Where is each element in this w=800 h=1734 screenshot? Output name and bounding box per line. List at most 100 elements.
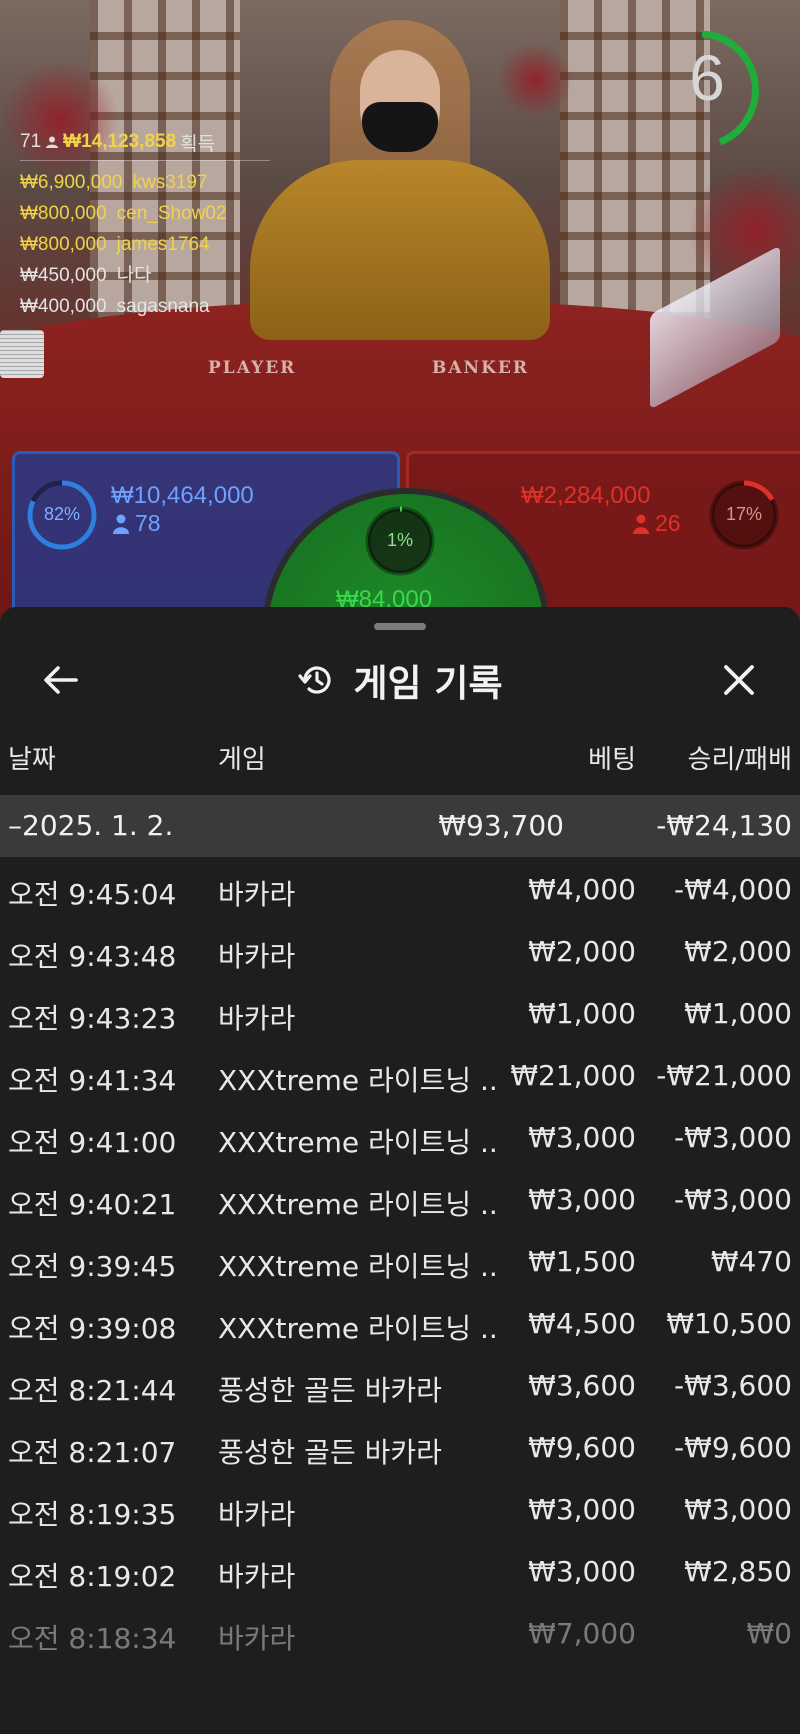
history-time: 오전 8:21:07 <box>8 1436 177 1469</box>
history-result: -₩21,000 <box>656 1059 792 1092</box>
player-pct: 82% <box>43 504 81 524</box>
history-bet: ₩4,500 <box>528 1307 636 1340</box>
history-bet: ₩21,000 <box>510 1059 636 1092</box>
close-icon <box>724 665 754 695</box>
winner-amount: ₩800,000 <box>20 203 107 224</box>
history-time: 오전 9:39:08 <box>8 1312 177 1345</box>
history-result: ₩2,850 <box>684 1555 792 1588</box>
day-bet: ₩93,700 <box>438 809 564 842</box>
history-result: ₩2,000 <box>684 935 792 968</box>
history-game: 바카라 <box>218 940 296 973</box>
history-bet: ₩3,000 <box>528 1555 636 1588</box>
winners-total: ₩14,123,858 <box>63 131 177 152</box>
card-stack <box>0 330 44 378</box>
player-amount: ₩10,464,000 <box>111 482 254 509</box>
history-bet: ₩3,000 <box>528 1121 636 1154</box>
history-result: ₩470 <box>710 1245 792 1278</box>
winner-username: sagasnana <box>116 296 210 317</box>
col-date: 날짜 <box>8 745 56 775</box>
history-row[interactable]: 오전 9:43:48 바카라 ₩2,000 ₩2,000 <box>0 919 800 981</box>
history-row[interactable]: 오전 8:19:02 바카라 ₩3,000 ₩2,850 <box>0 1539 800 1601</box>
history-game: XXXtreme 라이트닝 ... <box>218 1250 498 1283</box>
winner-row: ₩450,000 나다 <box>20 260 320 291</box>
day-summary-row[interactable]: –2025. 1. 2. ₩93,700 -₩24,130 <box>0 795 800 857</box>
history-row[interactable]: 오전 9:45:04 바카라 ₩4,000 -₩4,000 <box>0 857 800 919</box>
history-row[interactable]: 오전 9:39:45 XXXtreme 라이트닝 ... ₩1,500 ₩470 <box>0 1229 800 1291</box>
history-time: 오전 8:18:34 <box>8 1622 177 1655</box>
history-time: 오전 9:40:21 <box>8 1188 177 1221</box>
winner-amount: ₩800,000 <box>20 234 107 255</box>
history-result: -₩3,600 <box>674 1369 792 1402</box>
history-result: ₩3,000 <box>684 1493 792 1526</box>
player-count-value: 78 <box>135 510 161 536</box>
history-result: ₩1,000 <box>684 997 792 1030</box>
history-result: -₩3,000 <box>674 1121 792 1154</box>
history-time: 오전 8:21:44 <box>8 1374 177 1407</box>
history-game: 바카라 <box>218 1560 296 1593</box>
close-button[interactable] <box>714 657 764 703</box>
winner-row: ₩800,000 cen_Show02 <box>20 198 320 229</box>
history-bet: ₩3,000 <box>528 1183 636 1216</box>
col-game: 게임 <box>218 745 266 775</box>
felt-player-label: PLAYER <box>208 358 297 378</box>
history-bet: ₩3,000 <box>528 1493 636 1526</box>
history-bet: ₩1,000 <box>528 997 636 1030</box>
arrow-left-icon <box>44 666 78 694</box>
user-icon <box>113 514 129 534</box>
history-time: 오전 9:41:34 <box>8 1064 177 1097</box>
history-row[interactable]: 오전 8:19:35 바카라 ₩3,000 ₩3,000 <box>0 1477 800 1539</box>
history-row[interactable]: 오전 9:40:21 XXXtreme 라이트닝 ... ₩3,000 -₩3,000 <box>0 1167 800 1229</box>
banker-amount: ₩2,284,000 <box>521 482 651 509</box>
history-game: 바카라 <box>218 878 296 911</box>
history-game: 풍성한 골든 바카라 <box>218 1374 442 1407</box>
history-row[interactable]: 오전 8:18:34 바카라 ₩7,000 ₩0 <box>0 1601 800 1663</box>
banker-pct: 17% <box>725 504 763 524</box>
history-row[interactable]: 오전 9:41:00 XXXtreme 라이트닝 ... ₩3,000 -₩3,000 <box>0 1105 800 1167</box>
game-history-sheet: 게임 기록 날짜 게임 베팅 승리/패배 –2025. 1. 2. ₩93,70… <box>0 607 800 1734</box>
tie-pct: 1% <box>386 530 413 550</box>
history-row[interactable]: 오전 8:21:44 풍성한 골든 바카라 ₩3,600 -₩3,600 <box>0 1353 800 1415</box>
user-icon <box>46 136 59 148</box>
winner-username: james1764 <box>116 234 210 255</box>
history-result: -₩4,000 <box>674 873 792 906</box>
history-list: 오전 9:45:04 바카라 ₩4,000 -₩4,000 오전 9:43:48 바카라 ₩… <box>0 857 800 1663</box>
back-button[interactable] <box>36 657 86 703</box>
history-result: ₩10,500 <box>666 1307 792 1340</box>
winners-suffix: 획득 <box>180 133 216 155</box>
history-result: ₩0 <box>746 1617 793 1650</box>
player-count: 78 <box>113 510 161 537</box>
history-row[interactable]: 오전 9:39:08 XXXtreme 라이트닝 ... ₩4,500 ₩10,500 <box>0 1291 800 1353</box>
winners-list: ₩6,900,000 kws3197 ₩800,000 cen_Show02 ₩800,… <box>20 167 320 322</box>
history-bet: ₩3,600 <box>528 1369 636 1402</box>
winner-row: ₩6,900,000 kws3197 <box>20 167 320 198</box>
history-time: 오전 9:39:45 <box>8 1250 177 1283</box>
history-time: 오전 9:43:48 <box>8 940 177 973</box>
history-time: 오전 8:19:02 <box>8 1560 177 1593</box>
history-game: 바카라 <box>218 1622 296 1655</box>
banker-count: 26 <box>633 510 681 537</box>
history-row[interactable]: 오전 8:21:07 풍성한 골든 바카라 ₩9,600 -₩9,600 <box>0 1415 800 1477</box>
history-row[interactable]: 오전 9:43:23 바카라 ₩1,000 ₩1,000 <box>0 981 800 1043</box>
winner-row: ₩800,000 james1764 <box>20 229 320 260</box>
history-bet: ₩2,000 <box>528 935 636 968</box>
history-time: 오전 9:41:00 <box>8 1126 177 1159</box>
winner-amount: ₩400,000 <box>20 296 107 317</box>
history-bet: ₩1,500 <box>528 1245 636 1278</box>
sheet-header: 게임 기록 <box>0 645 800 715</box>
user-icon <box>633 514 649 534</box>
day-result: -₩24,130 <box>656 809 792 842</box>
history-bet: ₩4,000 <box>528 873 636 906</box>
sheet-grabber[interactable] <box>374 623 426 630</box>
winner-username: cen_Show02 <box>116 203 227 224</box>
history-game: XXXtreme 라이트닝 ... <box>218 1126 498 1159</box>
history-row[interactable]: 오전 9:41:34 XXXtreme 라이트닝 ... ₩21,000 -₩21,0… <box>0 1043 800 1105</box>
winner-amount: ₩6,900,000 <box>20 172 123 193</box>
history-time: 오전 9:45:04 <box>8 878 177 911</box>
winner-username: 나다 <box>116 265 152 286</box>
banker-count-value: 26 <box>655 510 681 536</box>
countdown-timer: 6 <box>662 28 762 146</box>
history-time: 오전 9:43:23 <box>8 1002 177 1035</box>
felt-banker-label: BANKER <box>432 358 529 378</box>
history-time: 오전 8:19:35 <box>8 1498 177 1531</box>
divider <box>20 160 270 161</box>
